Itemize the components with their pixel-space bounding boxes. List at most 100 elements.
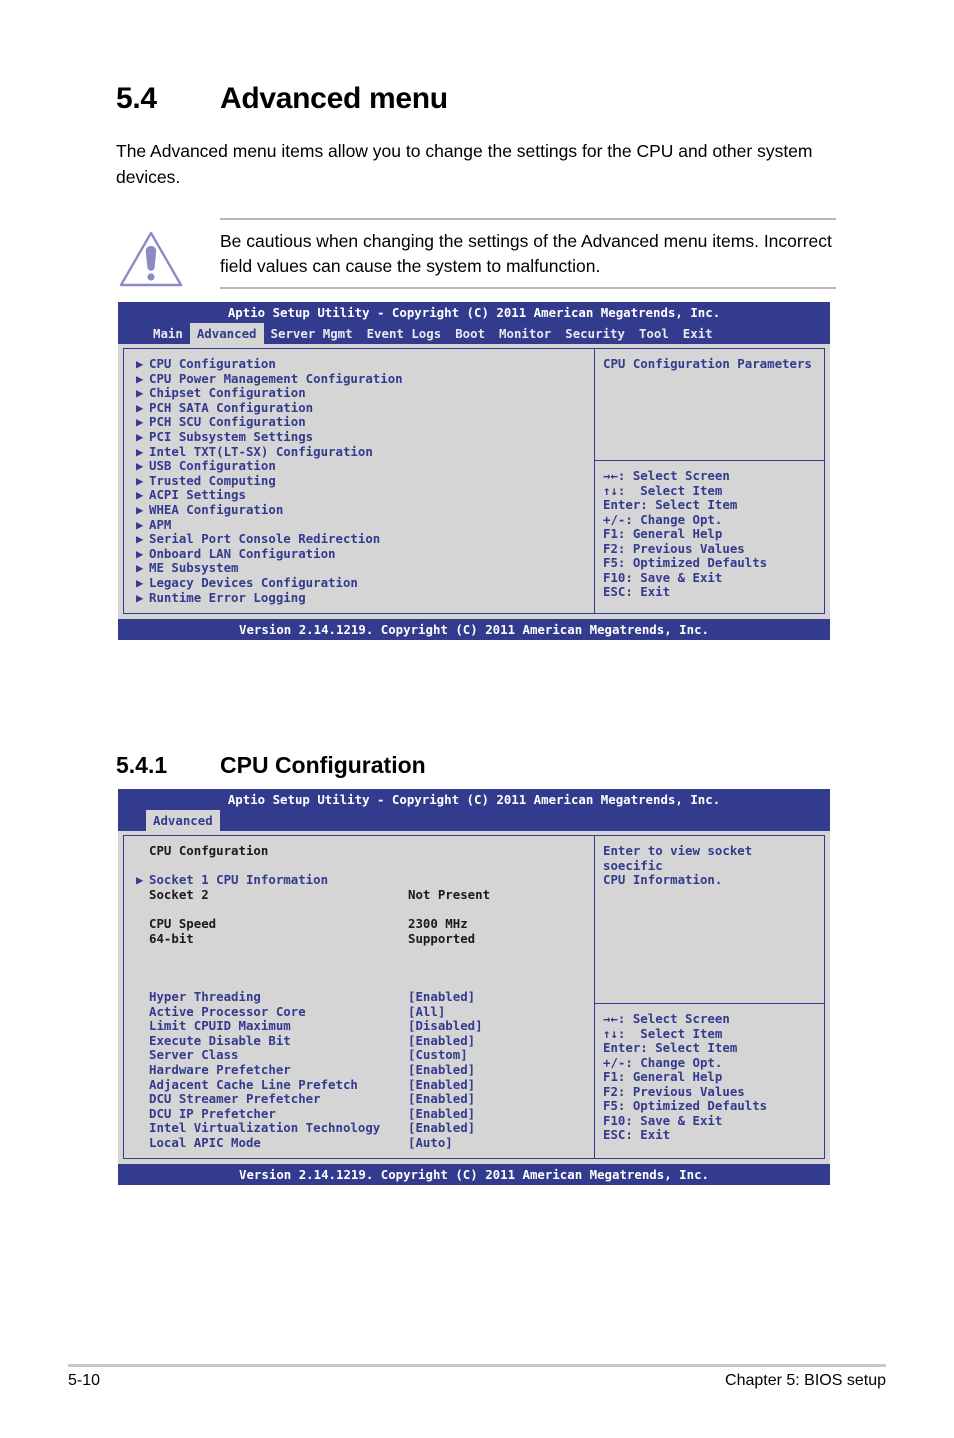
bios-nav-key: →←: Select Screen (603, 1011, 730, 1026)
bios-info-row: CPU Speed 2300 MHz (136, 916, 588, 932)
advanced-tab-tool[interactable]: Tool (632, 323, 676, 344)
bios-field-value-option[interactable]: [Enabled] (408, 1033, 475, 1049)
bios-field-value-option[interactable]: [Enabled] (408, 1106, 475, 1122)
bios-menu-item[interactable]: ▶ ME Subsystem (136, 561, 588, 576)
bios-option-row[interactable]: Hyper Threading [Enabled] (136, 988, 588, 1005)
advanced-tab-advanced[interactable]: Advanced (189, 323, 264, 344)
bios-nav-key: Enter: Select Item (603, 497, 738, 512)
bios-field-value-option[interactable]: [Auto] (408, 1135, 453, 1151)
bios-row-spacer (136, 902, 588, 917)
bios-option-row[interactable]: DCU IP Prefetcher [Enabled] (136, 1105, 588, 1122)
bios-menu-item[interactable]: ▶ Intel TXT(LT-SX) Configuration (136, 443, 588, 460)
bios-nav-keys: →←: Select Screen ↑↓: Select Item Enter: S… (595, 461, 824, 613)
bios-nav-key: Enter: Select Item (603, 1040, 738, 1055)
bios-menu-item[interactable]: ▶ PCH SCU Configuration (136, 415, 588, 430)
bios-option-row[interactable]: Local APIC Mode [Auto] (136, 1135, 588, 1151)
bios-menu-item[interactable]: ▶ Runtime Error Logging (136, 590, 588, 606)
bios-help-text: CPU Configuration Parameters (595, 349, 824, 461)
row-indent (136, 1019, 149, 1034)
submenu-arrow-icon: ▶ (136, 531, 144, 547)
bios-menu-item[interactable]: ▶ APM (136, 517, 588, 533)
submenu-arrow-icon: ▶ (136, 428, 144, 444)
bios-field-value-option[interactable]: [Enabled] (408, 1062, 475, 1078)
bios-menu-item[interactable]: ▶ Onboard LAN Configuration (136, 546, 588, 562)
advanced-tab-event-logs[interactable]: Event Logs (360, 323, 449, 344)
advanced-tab-main[interactable]: Main (146, 323, 190, 344)
advanced-tab-security[interactable]: Security (558, 323, 632, 344)
bios-nav-key: F2: Previous Values (603, 540, 745, 556)
bios-menu-bar[interactable]: Main Advanced Server Mgmt Event Logs Boot Mon… (118, 323, 830, 344)
bios-option-row[interactable]: Adjacent Cache Line Prefetch [Enabled] (136, 1076, 588, 1093)
bios-field-list: CPU Confguration ▶ Socket 1 CPU Informatio… (123, 835, 595, 1160)
bios-submenu-item[interactable]: ▶ Socket 1 CPU Information (136, 873, 588, 888)
bios-menu-item[interactable]: ▶ CPU Configuration (136, 356, 588, 372)
bios-menu-item[interactable]: ▶ PCI Subsystem Settings (136, 428, 588, 445)
bios-menu-item[interactable]: ▶ Serial Port Console Redirection (136, 531, 588, 547)
bios-row-spacer (136, 859, 588, 874)
bios-menu-item-label: CPU Power Management Configuration (149, 370, 403, 386)
bios-version-footer: Version 2.14.1219. Copyright (C) 2011 Am… (118, 1164, 830, 1186)
bios-field-label: Active Processor Core (149, 1003, 306, 1019)
bios-option-row[interactable]: Hardware Prefetcher [Enabled] (136, 1062, 588, 1078)
bios-field-value-option[interactable]: [Enabled] (408, 1077, 475, 1093)
bios-menu-item-label: PCI Subsystem Settings (149, 428, 314, 444)
bios-option-row[interactable]: Limit CPUID Maximum [Disabled] (136, 1019, 588, 1034)
bios-menu-item-label: PCH SATA Configuration (149, 399, 314, 415)
bios-menu-item[interactable]: ▶ CPU Power Management Configuration (136, 370, 588, 387)
bios-option-row[interactable]: Active Processor Core [All] (136, 1003, 588, 1020)
submenu-arrow-icon: ▶ (136, 370, 144, 386)
bios-field-value: Supported (408, 930, 476, 946)
bios-menu-item[interactable]: ▶ ACPI Settings (136, 488, 588, 503)
bios-menu-item[interactable]: ▶ Chipset Configuration (136, 385, 588, 401)
bios-nav-key: F10: Save & Exit (603, 1112, 723, 1128)
bios-menu-item[interactable]: ▶ WHEA Configuration (136, 502, 588, 518)
row-indent (136, 888, 149, 903)
bios-section-heading: CPU Confguration (136, 843, 588, 859)
bios-row-spacer (136, 946, 588, 961)
bios-field-label: Hyper Threading (149, 988, 261, 1004)
bios-menu-bar[interactable]: Advanced (118, 810, 830, 831)
row-indent (136, 1136, 149, 1151)
subsection-title-text: CPU Configuration (220, 752, 426, 778)
bios-nav-key: ESC: Exit (603, 584, 671, 599)
submenu-arrow-icon: ▶ (136, 560, 144, 576)
bios-field-label: Socket 2 (149, 886, 209, 902)
bios-menu-item-label: Intel TXT(LT-SX) Configuration (149, 443, 373, 459)
bios-nav-key: ↑↓: Select Item (603, 482, 723, 498)
bios-field-label: DCU IP Prefetcher (149, 1105, 276, 1121)
bios-field-value-option[interactable]: [Enabled] (408, 989, 475, 1005)
bios-menu-item[interactable]: ▶ USB Configuration (136, 458, 588, 474)
bios-help-panel: CPU Configuration Parameters →←: Select … (595, 348, 825, 615)
section-title: Advanced menu (220, 82, 448, 115)
bios-nav-key: F10: Save & Exit (603, 569, 723, 585)
cpu-tab-advanced[interactable]: Advanced (146, 810, 220, 831)
bios-menu-item[interactable]: ▶ PCH SATA Configuration (136, 399, 588, 416)
bios-field-value-option[interactable]: [Enabled] (408, 1121, 475, 1136)
bios-field-label: Adjacent Cache Line Prefetch (149, 1076, 358, 1092)
bios-field-value-option[interactable]: [Custom] (408, 1048, 468, 1063)
notice-text: Be cautious when changing the settings o… (220, 231, 832, 276)
advanced-tab-exit[interactable]: Exit (676, 323, 720, 344)
bios-title: Aptio Setup Utility - Copyright (C) 2011… (118, 789, 830, 810)
bios-field-value-option[interactable]: [Disabled] (408, 1019, 483, 1034)
bios-row-spacer (136, 975, 588, 990)
submenu-arrow-icon: ▶ (136, 443, 144, 459)
bios-menu-item[interactable]: ▶ Trusted Computing (136, 473, 588, 489)
bios-menu-item[interactable]: ▶ Legacy Devices Configuration (136, 575, 588, 591)
bios-field-label: Limit CPUID Maximum (149, 1018, 291, 1034)
bios-field-value-option[interactable]: [Enabled] (408, 1092, 475, 1107)
bios-nav-key: F2: Previous Values (603, 1083, 745, 1099)
submenu-arrow-icon: ▶ (136, 356, 144, 371)
advanced-tab-monitor[interactable]: Monitor (492, 323, 558, 344)
advanced-tab-boot[interactable]: Boot (448, 323, 492, 344)
bios-nav-key: F1: General Help (603, 526, 723, 541)
bios-option-row[interactable]: Execute Disable Bit [Enabled] (136, 1033, 588, 1049)
row-indent (136, 1107, 149, 1122)
bios-nav-key: →←: Select Screen (603, 468, 730, 483)
advanced-tab-server-mgmt[interactable]: Server Mgmt (264, 323, 360, 344)
bios-option-row[interactable]: Server Class [Custom] (136, 1048, 588, 1063)
page-footer-rule (68, 1364, 886, 1367)
bios-option-row[interactable]: DCU Streamer Prefetcher [Enabled] (136, 1092, 588, 1107)
bios-option-row[interactable]: Intel Virtualization Technology [Enabled] (136, 1121, 588, 1136)
bios-field-value-option[interactable]: [All] (408, 1004, 445, 1020)
